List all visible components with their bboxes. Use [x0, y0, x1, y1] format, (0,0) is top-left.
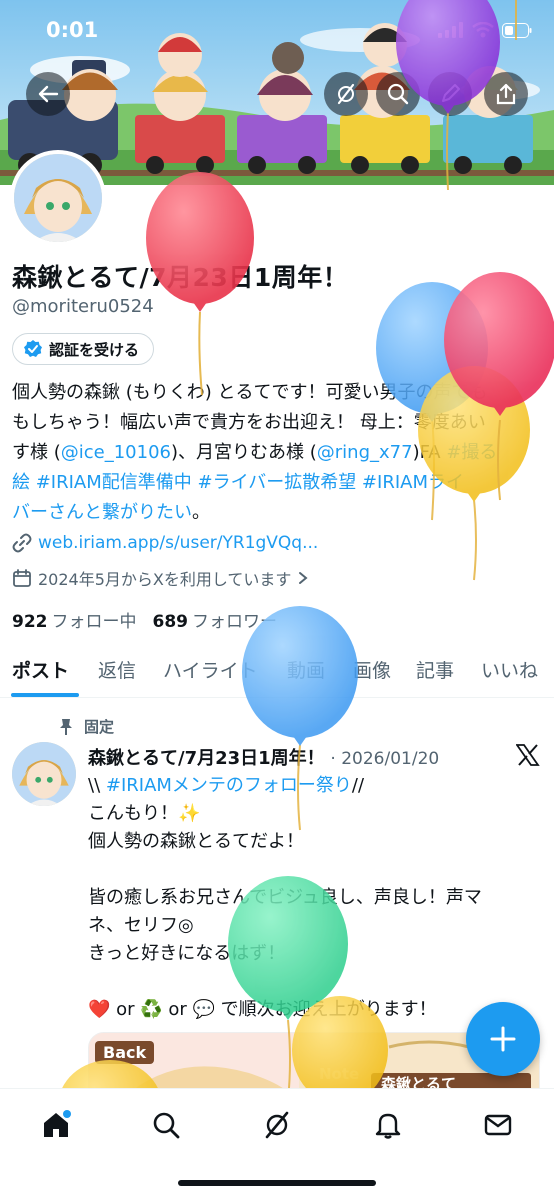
nav-messages[interactable] [478, 1105, 518, 1145]
profile-tabs: ポスト 返信 ハイライト 動画 画像 記事 いいね [0, 640, 554, 698]
post-line: きっと好きになるはず！ [88, 943, 286, 964]
bio-text: )FA [412, 442, 447, 463]
tab-highlights[interactable]: ハイライト [163, 656, 258, 683]
back-button[interactable] [26, 72, 70, 116]
home-icon [44, 1110, 71, 1137]
tab-replies[interactable]: 返信 [98, 656, 136, 683]
profile-bio: 個人勢の森鍬 (もりくわ) とるてです！可愛い男子の声でも もしちゃう！幅広い声… [12, 378, 542, 528]
grok-button[interactable] [324, 72, 368, 116]
status-bar: 0:01 [0, 0, 554, 64]
post-text: // [351, 775, 365, 796]
bio-text: す様 ( [12, 442, 61, 463]
profile-display-name: 森鍬とるて/7月23日1周年！ [12, 263, 349, 292]
search-icon [153, 1112, 180, 1139]
post-body[interactable]: \\ #IRIAMメンテのフォロー祭り// こんもり！✨ 個人勢の森鍬とるてだよ… [88, 772, 540, 1024]
bio-line: バーさんと繋がりたい。 [12, 498, 542, 528]
grok-icon [265, 1111, 289, 1139]
post-line: 皆の癒し系お兄さんでビジュ良し、声良し！声マ [88, 887, 482, 908]
plus-icon [490, 1026, 516, 1052]
hashtag-link[interactable]: #IRIAMメンテのフォロー祭り [106, 775, 352, 796]
nav-grok[interactable] [257, 1105, 297, 1145]
follow-stats: 922 フォロー中 689 フォロワー [12, 607, 277, 632]
post-line: こんもり！✨ [88, 803, 201, 824]
followers-label: フォロワー [192, 612, 277, 632]
verified-badge-icon [24, 340, 42, 357]
edit-button[interactable] [428, 72, 472, 116]
pinned-indicator: 固定 [58, 716, 114, 737]
tab-likes[interactable]: いいね [481, 656, 538, 683]
followers-count: 689 [152, 612, 189, 632]
bio-line: 個人勢の森鍬 (もりくわ) とるてです！可愛い男子の声でも [12, 382, 488, 403]
post-author-name[interactable]: 森鍬とるて/7月23日1周年！ [88, 748, 325, 769]
hashtag-link[interactable]: 絵 #IRIAM配信準備中 #ライバー拡散希望 #IRIAMライ [12, 472, 464, 493]
tab-articles[interactable]: 記事 [416, 656, 454, 683]
bio-text: 。 [192, 502, 210, 523]
hashtag-link[interactable]: バーさんと繋がりたい [12, 502, 192, 523]
post-text: \\ [88, 775, 106, 796]
bio-text: )、月宮りむあ様 ( [170, 442, 317, 463]
notifications-icon [375, 1113, 401, 1139]
bio-line: もしちゃう！幅広い声で貴方をお出迎え！ 母上：零度あい [12, 412, 486, 433]
mention-link[interactable]: @ice_10106 [61, 442, 171, 463]
followers-stat[interactable]: 689 フォロワー [153, 607, 278, 632]
post-source-logo[interactable] [515, 744, 540, 770]
bio-line: 絵 #IRIAM配信準備中 #ライバー拡散希望 #IRIAMライ [12, 468, 542, 498]
home-indicator [178, 1180, 376, 1186]
avatar-illustration [12, 742, 76, 806]
status-time: 0:01 [46, 18, 99, 42]
following-count: 922 [12, 612, 48, 632]
battery-icon [502, 22, 532, 38]
signal-icon [438, 22, 463, 38]
search-icon [387, 83, 409, 105]
status-icons [438, 22, 532, 38]
post-author-avatar[interactable] [12, 742, 76, 806]
profile-handle: @moriteru0524 [12, 296, 154, 317]
nav-search[interactable] [146, 1105, 186, 1145]
post-line: ネ、セリフ◎ [88, 915, 194, 936]
active-tab-indicator [11, 693, 79, 697]
post-header: 森鍬とるて/7月23日1周年！ · 2026/01/20 [88, 744, 508, 770]
avatar-illustration [14, 154, 102, 242]
back-arrow-icon [38, 85, 59, 103]
tab-videos[interactable]: 動画 [287, 656, 325, 683]
media-back-label: Back [95, 1041, 155, 1064]
get-verified-button[interactable]: 認証を受ける [12, 333, 155, 365]
post-date[interactable]: · 2026/01/20 [330, 749, 439, 769]
profile-website[interactable]: web.iriam.app/s/user/YR1gVQq... [12, 533, 318, 553]
bio-line: す様 (@ice_10106)、月宮りむあ様 (@ring_x77)FA #撮る [12, 438, 542, 468]
link-icon [12, 533, 32, 553]
post-line [88, 856, 540, 884]
compose-post-button[interactable] [466, 1002, 540, 1076]
share-icon [496, 83, 516, 105]
grok-icon [337, 83, 355, 105]
following-label: フォロー中 [51, 612, 137, 632]
nav-notifications[interactable] [368, 1105, 408, 1145]
get-verified-label: 認証を受ける [49, 340, 140, 359]
profile-join-date[interactable]: 2024年5月からXを利用しています [12, 566, 309, 590]
post-line [88, 968, 540, 996]
join-date-text: 2024年5月からXを利用しています [38, 570, 292, 589]
compose-icon [442, 84, 460, 102]
post-line: \\ #IRIAMメンテのフォロー祭り// [88, 772, 540, 800]
tab-posts[interactable]: ポスト [12, 656, 69, 683]
profile-avatar[interactable] [10, 150, 106, 246]
wifi-icon [472, 22, 494, 38]
following-stat[interactable]: 922 フォロー中 [12, 607, 137, 632]
x-logo-icon [515, 744, 540, 766]
share-button[interactable] [484, 72, 528, 116]
post-line: 個人勢の森鍬とるてだよ！ [88, 831, 304, 852]
hashtag-link[interactable]: #撮る [446, 442, 497, 463]
calendar-icon [13, 569, 31, 587]
mention-link[interactable]: @ring_x77 [317, 442, 413, 463]
media-note-label: Note [319, 1065, 360, 1083]
pin-icon [60, 718, 72, 735]
chevron-right-icon [299, 572, 308, 584]
website-url[interactable]: web.iriam.app/s/user/YR1gVQq... [38, 533, 318, 553]
tab-images[interactable]: 画像 [353, 656, 391, 683]
nav-home[interactable] [36, 1105, 76, 1145]
search-button[interactable] [376, 72, 420, 116]
messages-icon [484, 1114, 512, 1136]
pinned-label: 固定 [84, 718, 115, 736]
